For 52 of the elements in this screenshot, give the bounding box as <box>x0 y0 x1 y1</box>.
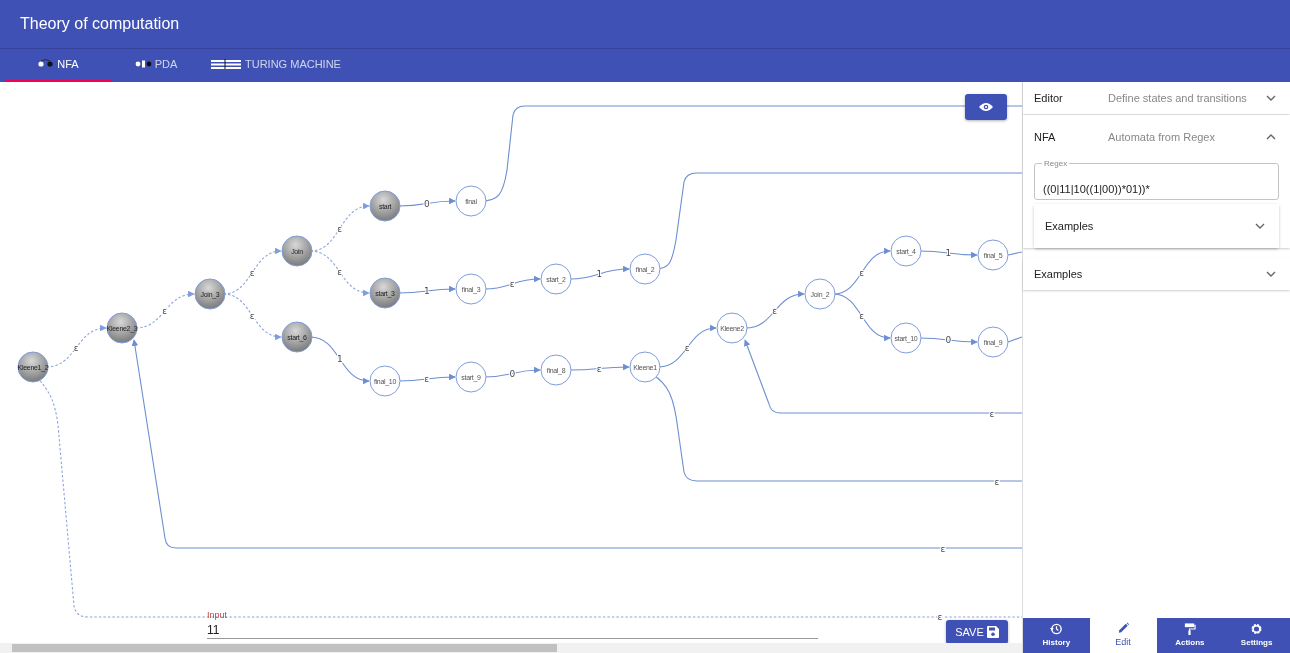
transition-label: ε <box>162 306 168 316</box>
field-label: Regex <box>1042 158 1070 170</box>
transition-label: 1 <box>596 269 603 279</box>
chevron-icon <box>1255 223 1265 229</box>
chevron-icon <box>1266 95 1276 101</box>
save-button[interactable]: SAVE <box>946 620 1008 644</box>
eye-icon <box>979 102 993 112</box>
app-title: Theory of computation <box>20 14 180 34</box>
accordion-header[interactable]: NFA Automata from Regex <box>1023 115 1290 159</box>
transition-label: ε <box>859 311 865 321</box>
field-label: Input <box>207 610 229 621</box>
tab[interactable]: TURING MACHINE <box>201 48 351 82</box>
transition-label: ε <box>684 342 690 353</box>
transition-label: ε <box>989 409 995 419</box>
tape-icon <box>211 59 242 69</box>
transition-label: ε <box>859 267 865 278</box>
states-icon <box>134 59 152 69</box>
accordion-header[interactable]: Editor Define states and transitions <box>1023 82 1290 114</box>
transition-label: 0 <box>423 198 430 209</box>
view-button[interactable] <box>965 94 1007 120</box>
save-icon <box>986 626 999 638</box>
transition-label: ε <box>249 310 255 321</box>
settings-icon <box>1250 622 1264 636</box>
transition-label: ε <box>596 363 602 374</box>
chevron-icon <box>1266 271 1276 277</box>
transition-label: ε <box>337 223 343 234</box>
transition-label: ε <box>772 306 778 316</box>
accordion-header[interactable]: Examples <box>1034 204 1279 248</box>
transition-label: 0 <box>509 368 516 379</box>
transition-label: ε <box>937 612 943 622</box>
transition-label: 1 <box>945 248 952 258</box>
pencil-icon <box>1116 621 1130 636</box>
transition-label: ε <box>249 267 255 278</box>
nav-button[interactable]: Edit <box>1089 618 1157 653</box>
tab[interactable]: NFA <box>5 48 111 82</box>
states-icon <box>37 59 55 69</box>
transition-label: ε <box>424 374 430 384</box>
tab[interactable]: PDA <box>111 48 201 82</box>
transition-label: ε <box>509 279 515 289</box>
history-icon <box>1049 622 1063 636</box>
transition-label: ε <box>940 544 946 554</box>
chevron-icon <box>1266 134 1276 140</box>
transition-label: 1 <box>336 354 343 364</box>
transition-label: 0 <box>945 335 952 345</box>
transition-label: 1 <box>423 286 430 296</box>
input-field[interactable]: 11 <box>207 621 818 639</box>
transition-label: ε <box>73 342 79 353</box>
transition-label: ε <box>337 267 343 277</box>
paint-roller-icon <box>1183 622 1197 636</box>
accordion-header[interactable]: Examples <box>1023 258 1290 290</box>
horizontal-scrollbar[interactable] <box>0 643 1022 653</box>
transition-label: ε <box>994 477 1000 487</box>
